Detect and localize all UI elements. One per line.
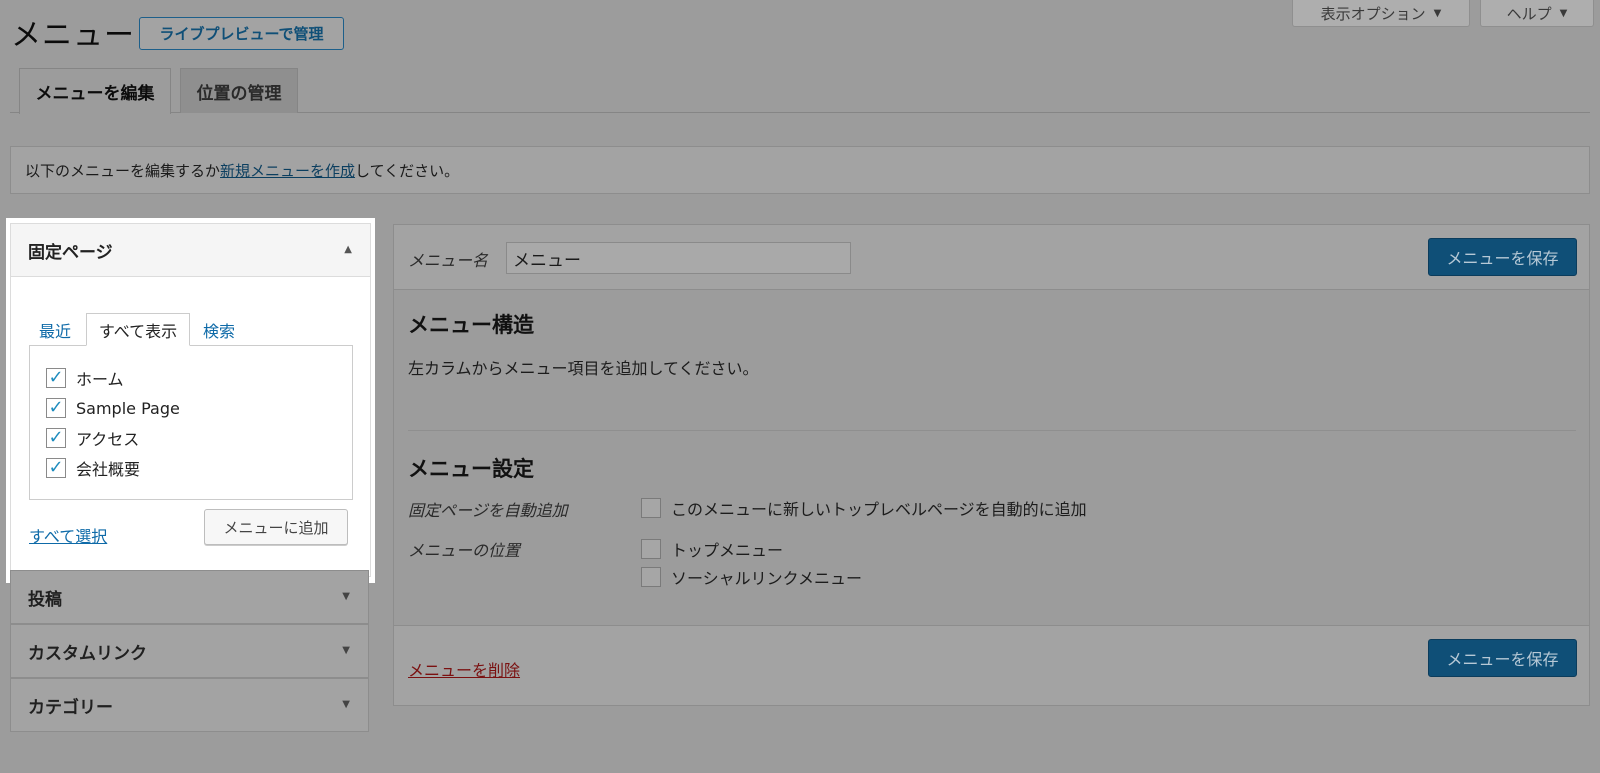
triangle-down-icon: ▼: [342, 699, 350, 710]
custom-links-accordion-title: カスタムリンク: [28, 643, 147, 664]
tab-edit-menus[interactable]: メニューを編集: [19, 68, 171, 114]
categories-accordion[interactable]: カテゴリー ▼: [10, 678, 369, 732]
checkbox-checked[interactable]: ✓: [46, 398, 66, 418]
list-item[interactable]: ✓ Sample Page: [46, 396, 180, 420]
location-top-menu[interactable]: トップメニュー: [641, 538, 783, 560]
menu-settings-title: メニュー設定: [408, 457, 534, 481]
checkbox-checked[interactable]: ✓: [46, 368, 66, 388]
screen-options-tab[interactable]: 表示オプション ▼: [1292, 0, 1470, 27]
menu-structure-title: メニュー構造: [408, 313, 534, 337]
posts-accordion-title: 投稿: [28, 589, 62, 610]
tab-search[interactable]: 検索: [197, 313, 241, 346]
custom-links-accordion[interactable]: カスタムリンク ▼: [10, 624, 369, 678]
live-preview-button[interactable]: ライブプレビューで管理: [139, 17, 344, 50]
pages-accordion-body: 最近 すべて表示 検索 ✓ ホーム ✓ Sample Page ✓ アクセス ✓: [10, 277, 371, 577]
menu-notice: 以下のメニューを編集するか 新規メニューを作成 してください。: [10, 146, 1590, 194]
tab-manage-locations[interactable]: 位置の管理: [180, 68, 298, 113]
list-item[interactable]: ✓ アクセス: [46, 426, 139, 450]
triangle-down-icon: ▼: [342, 591, 350, 602]
social-menu-label: ソーシャルリンクメニュー: [671, 569, 863, 588]
menu-name-label: メニュー名: [408, 251, 489, 270]
screen-options-label: 表示オプション: [1320, 4, 1426, 23]
delete-menu-link[interactable]: メニューを削除: [408, 657, 520, 681]
auto-add-option-label: このメニューに新しいトップレベルページを自動的に追加: [671, 500, 1087, 519]
auto-add-label: 固定ページを自動追加: [408, 501, 568, 520]
create-new-menu-link[interactable]: 新規メニューを作成: [220, 160, 355, 181]
menu-location-label: メニューの位置: [408, 541, 521, 560]
checkmark-icon: ✓: [48, 457, 64, 478]
categories-accordion-title: カテゴリー: [28, 697, 113, 718]
checkmark-icon: ✓: [48, 397, 64, 418]
top-menu-label: トップメニュー: [671, 541, 784, 560]
location-social-menu[interactable]: ソーシャルリンクメニュー: [641, 566, 862, 588]
page-title: メニュー: [11, 18, 135, 53]
list-item[interactable]: ✓ 会社概要: [46, 456, 140, 480]
triangle-down-icon: ▼: [342, 645, 350, 656]
checkbox-checked[interactable]: ✓: [46, 458, 66, 478]
menu-header: メニュー名 メニュー メニューを保存: [394, 225, 1589, 290]
page-label: アクセス: [76, 430, 140, 449]
checkbox-checked[interactable]: ✓: [46, 428, 66, 448]
triangle-down-icon: ▼: [1559, 7, 1568, 19]
notice-prefix: 以下のメニューを編集するか: [25, 161, 221, 180]
auto-add-option[interactable]: このメニューに新しいトップレベルページを自動的に追加: [641, 497, 1087, 519]
menu-name-input[interactable]: メニュー: [506, 242, 851, 274]
triangle-down-icon: ▼: [1433, 7, 1442, 19]
checkmark-icon: ✓: [48, 367, 64, 388]
social-menu-checkbox[interactable]: [641, 567, 661, 587]
page-label: Sample Page: [76, 398, 180, 418]
select-all-link[interactable]: すべて選択: [29, 523, 107, 547]
save-menu-button-bottom[interactable]: メニューを保存: [1428, 639, 1577, 677]
menu-structure-description: 左カラムからメニュー項目を追加してください。: [408, 359, 759, 378]
page-label: 会社概要: [76, 460, 141, 479]
checkmark-icon: ✓: [48, 427, 64, 448]
add-to-menu-button[interactable]: メニューに追加: [204, 509, 348, 545]
help-label: ヘルプ: [1506, 4, 1552, 23]
pages-accordion-header[interactable]: 固定ページ ▲: [10, 223, 371, 277]
page-label: ホーム: [76, 370, 124, 389]
tab-recent[interactable]: 最近: [33, 313, 77, 346]
tab-view-all[interactable]: すべて表示: [86, 313, 190, 346]
pages-accordion-title: 固定ページ: [28, 242, 113, 263]
pages-checklist: ✓ ホーム ✓ Sample Page ✓ アクセス ✓ 会社概要: [29, 345, 353, 500]
posts-accordion[interactable]: 投稿 ▼: [10, 570, 369, 624]
list-item[interactable]: ✓ ホーム: [46, 366, 124, 390]
triangle-up-icon: ▲: [344, 244, 352, 255]
section-divider: [408, 430, 1576, 431]
menus-page: 表示オプション ▼ ヘルプ ▼ メニュー ライブプレビューで管理 メニューを編集…: [0, 0, 1600, 773]
top-menu-checkbox[interactable]: [641, 539, 661, 559]
menu-footer: メニューを削除: [394, 625, 1589, 705]
save-menu-button[interactable]: メニューを保存: [1428, 238, 1577, 276]
menu-management: メニュー名 メニュー メニューを保存 メニュー構造 左カラムからメニュー項目を追…: [393, 224, 1590, 706]
help-tab[interactable]: ヘルプ ▼: [1480, 0, 1594, 27]
notice-suffix: してください。: [355, 161, 460, 180]
auto-add-checkbox[interactable]: [641, 498, 661, 518]
pages-panel: 固定ページ ▲ 最近 すべて表示 検索 ✓ ホーム ✓ Sample Page …: [6, 218, 375, 583]
